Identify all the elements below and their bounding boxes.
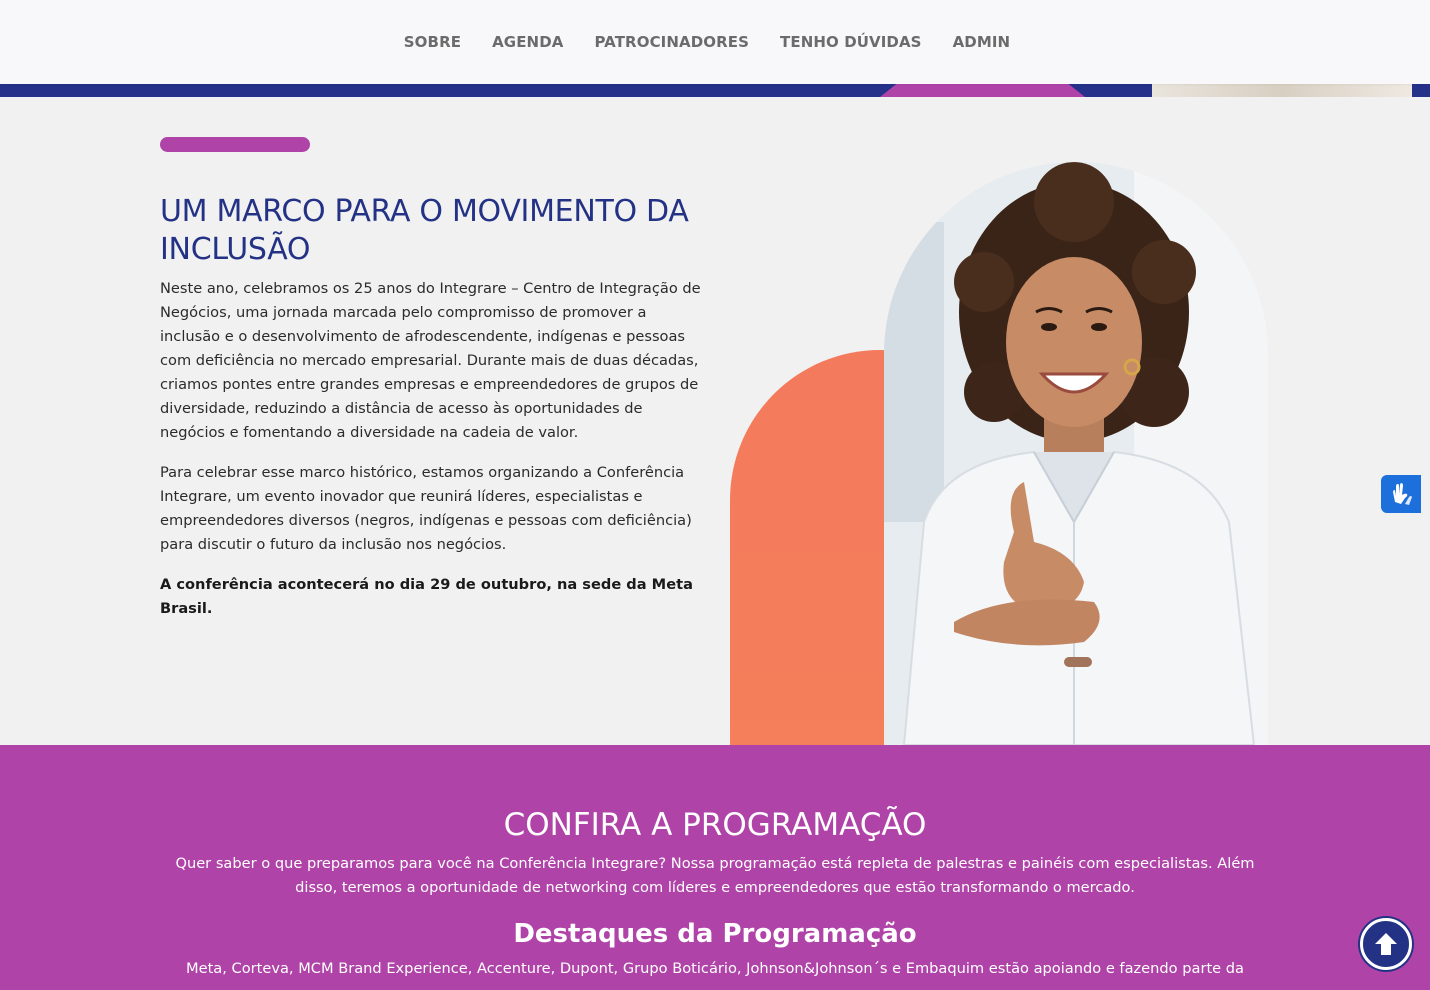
vlibras-accessibility-button[interactable] [1381, 475, 1421, 513]
section-accent-bar [160, 137, 310, 152]
woman-illustration [884, 162, 1268, 745]
program-highlights-title: Destaques da Programação [513, 919, 917, 949]
nav-link-sobre[interactable]: SOBRE [404, 33, 461, 51]
hero-banner-bottom-edge [0, 84, 1430, 97]
about-text: Neste ano, celebramos os 25 anos do Inte… [160, 277, 705, 637]
about-title: UM MARCO PARA O MOVIMENTO DA INCLUSÃO [160, 194, 689, 267]
nav-link-patrocinadores[interactable]: PATROCINADORES [594, 33, 749, 51]
about-paragraph-1: Neste ano, celebramos os 25 anos do Inte… [160, 280, 701, 441]
about-paragraph-2: Para celebrar esse marco histórico, esta… [160, 464, 692, 553]
about-section: UM MARCO PARA O MOVIMENTO DA INCLUSÃO Ne… [0, 97, 1430, 745]
program-sponsors-text: Meta, Corteva, MCM Brand Experience, Acc… [186, 960, 1244, 977]
hero-banner-pink-shape [880, 84, 1085, 97]
site-header: SOBRE AGENDA PATROCINADORES TENHO DÚVIDA… [0, 0, 1430, 84]
sign-language-hands-icon [1393, 483, 1412, 505]
main-nav: SOBRE AGENDA PATROCINADORES TENHO DÚVIDA… [0, 0, 1430, 84]
nav-link-agenda[interactable]: AGENDA [492, 33, 563, 51]
nav-link-tenho-duvidas[interactable]: TENHO DÚVIDAS [780, 33, 922, 51]
program-title: CONFIRA A PROGRAMAÇÃO [503, 807, 927, 843]
arrow-up-icon [1375, 933, 1397, 955]
nav-link-admin[interactable]: ADMIN [953, 33, 1011, 51]
program-description: Quer saber o que preparamos para você na… [175, 855, 1255, 896]
hero-banner-photo-edge [1152, 84, 1412, 97]
program-section: CONFIRA A PROGRAMAÇÃO Quer saber o que p… [0, 745, 1430, 990]
scroll-to-top-button[interactable] [1360, 918, 1412, 970]
about-event-date: A conferência acontecerá no dia 29 de ou… [160, 576, 693, 617]
woman-signing-photo [884, 162, 1268, 745]
